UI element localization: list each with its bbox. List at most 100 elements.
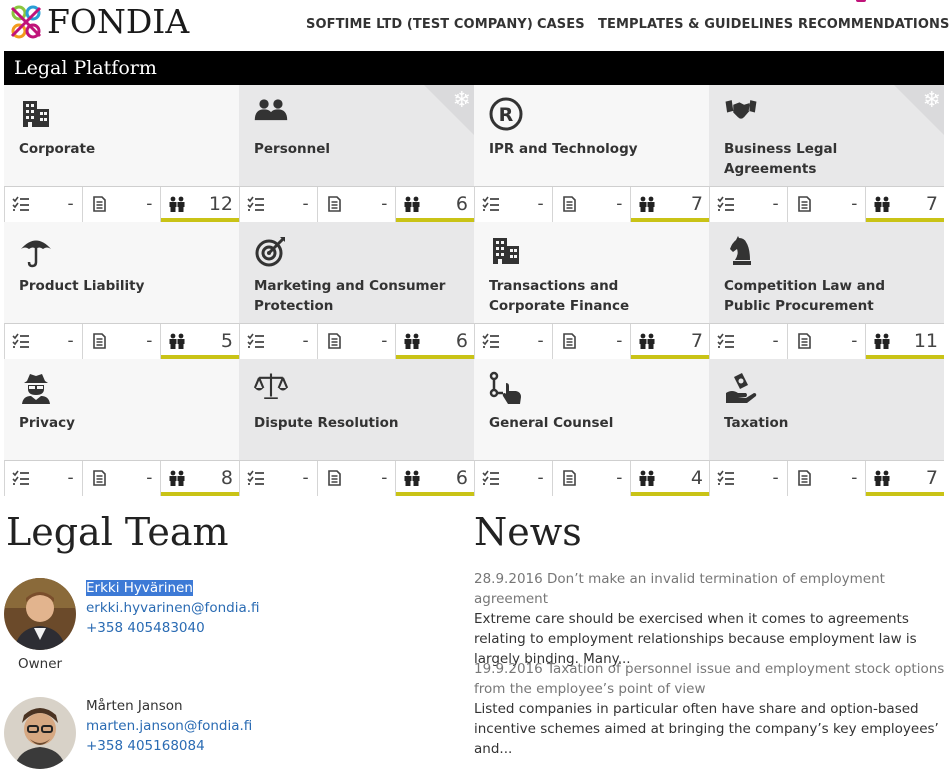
documents-stat[interactable]: - — [83, 187, 162, 222]
people-stat[interactable]: 4 — [631, 461, 710, 496]
news-title: News — [474, 510, 582, 554]
tile-header[interactable]: Product Liability — [4, 222, 239, 323]
tasks-stat[interactable]: - — [240, 187, 318, 222]
tile-stats: - - 7 — [474, 186, 710, 222]
tasks-stat[interactable]: - — [710, 461, 788, 496]
tasks-count: - — [67, 468, 74, 488]
documents-stat[interactable]: - — [788, 187, 867, 222]
checklist-icon — [12, 196, 30, 212]
tasks-count: - — [537, 331, 544, 351]
documents-stat[interactable]: - — [318, 187, 397, 222]
tile-header[interactable]: General Counsel — [474, 359, 709, 460]
nav-templates-guidelines[interactable]: TEMPLATES & GUIDELINES — [598, 17, 793, 32]
checklist-icon — [247, 333, 265, 349]
tasks-stat[interactable]: - — [475, 187, 553, 222]
nav-cases[interactable]: CASES — [537, 17, 585, 32]
news-headline[interactable]: 28.9.2016 Don’t make an invalid terminat… — [474, 569, 948, 609]
legal-platform-banner: Legal Platform — [4, 51, 944, 85]
nav-company[interactable]: SOFTIME LTD (TEST COMPANY) — [306, 17, 533, 32]
practice-area-tile[interactable]: Taxation - - 7 — [709, 359, 945, 496]
practice-area-tile[interactable]: ❄ Business Legal Agreements - -7 — [709, 85, 945, 222]
people-stat[interactable]: 6 — [396, 187, 475, 222]
people-stat[interactable]: 5 — [161, 324, 240, 359]
tile-header[interactable]: ❄ Personnel — [239, 85, 474, 186]
member-email-link[interactable]: erkki.hyvarinen@fondia.fi — [86, 598, 260, 618]
tasks-stat[interactable]: - — [240, 324, 318, 359]
practice-area-tile[interactable]: Transactions and Corporate Finance - - 7 — [474, 222, 710, 359]
checklist-icon — [247, 470, 265, 486]
document-icon — [325, 333, 343, 349]
tasks-stat[interactable]: - — [5, 461, 83, 496]
practice-area-tile[interactable]: Competition Law and Public Procurement - -… — [709, 222, 945, 359]
people-icon — [254, 97, 288, 131]
people-stat[interactable]: 8 — [161, 461, 240, 496]
people-stat[interactable]: 7 — [866, 461, 945, 496]
practice-area-grid: Corporate - - 12 ❄ Personnel - - 6 R IPR and Techn… — [4, 85, 945, 496]
member-phone-link[interactable]: +358 405168084 — [86, 736, 252, 756]
tile-stats: - - 4 — [474, 460, 710, 496]
tile-header[interactable]: ❄ Business Legal Agreements — [709, 85, 944, 186]
documents-stat[interactable]: - — [788, 324, 867, 359]
tasks-stat[interactable]: - — [710, 187, 788, 222]
tasks-stat[interactable]: - — [5, 324, 83, 359]
news-item[interactable]: 19.9.2016 Taxation of personnel issue an… — [474, 659, 948, 759]
tasks-stat[interactable]: - — [240, 461, 318, 496]
tile-header[interactable]: Marketing and Consumer Protection — [239, 222, 474, 323]
practice-area-tile[interactable]: General Counsel - - 4 — [474, 359, 710, 496]
people-stat[interactable]: 12 — [161, 187, 240, 222]
news-headline[interactable]: 19.9.2016 Taxation of personnel issue an… — [474, 659, 948, 699]
member-name[interactable]: Mårten Janson — [86, 696, 252, 716]
practice-area-tile[interactable]: ❄ Personnel - - 6 — [239, 85, 475, 222]
people-icon — [873, 470, 891, 486]
route-hand-icon — [489, 371, 523, 405]
people-count: 7 — [690, 193, 704, 215]
tasks-stat[interactable]: - — [475, 324, 553, 359]
tasks-stat[interactable]: - — [475, 461, 553, 496]
documents-stat[interactable]: - — [553, 461, 632, 496]
tile-title: Dispute Resolution — [254, 415, 399, 431]
tile-header[interactable]: Privacy — [4, 359, 239, 460]
people-stat[interactable]: 7 — [866, 187, 945, 222]
scales-icon — [253, 371, 289, 405]
practice-area-tile[interactable]: Product Liability - - 5 — [4, 222, 240, 359]
people-stat[interactable]: 11 — [866, 324, 945, 359]
member-name[interactable]: Erkki Hyvärinen — [86, 580, 193, 596]
tile-header[interactable]: Dispute Resolution — [239, 359, 474, 460]
documents-stat[interactable]: - — [318, 461, 397, 496]
tile-title: Marketing and Consumer Protection — [254, 278, 446, 314]
practice-area-tile[interactable]: Dispute Resolution - - 6 — [239, 359, 475, 496]
practice-area-tile[interactable]: Corporate - - 12 — [4, 85, 240, 222]
tasks-count: - — [302, 194, 309, 214]
tile-header[interactable]: Transactions and Corporate Finance — [474, 222, 709, 323]
practice-area-tile[interactable]: Marketing and Consumer Protection - - 6 — [239, 222, 475, 359]
people-stat[interactable]: 7 — [631, 187, 710, 222]
tasks-stat[interactable]: - — [710, 324, 788, 359]
tile-header[interactable]: R IPR and Technology — [474, 85, 709, 186]
tile-header[interactable]: Taxation — [709, 359, 944, 460]
practice-area-tile[interactable]: Privacy - - 8 — [4, 359, 240, 496]
tile-header[interactable]: Competition Law and Public Procurement — [709, 222, 944, 323]
target-icon — [254, 234, 288, 268]
tasks-stat[interactable]: - — [5, 187, 83, 222]
people-icon — [168, 196, 186, 212]
document-icon — [795, 333, 813, 349]
practice-area-tile[interactable]: R IPR and Technology - - 7 — [474, 85, 710, 222]
member-phone-link[interactable]: +358 405483040 — [86, 618, 260, 638]
people-stat[interactable]: 6 — [396, 461, 475, 496]
logo[interactable]: FONDIA — [6, 2, 189, 42]
documents-stat[interactable]: - — [83, 324, 162, 359]
tile-header[interactable]: Corporate — [4, 85, 239, 186]
documents-stat[interactable]: - — [553, 324, 632, 359]
member-email-link[interactable]: marten.janson@fondia.fi — [86, 716, 252, 736]
checklist-icon — [717, 333, 735, 349]
documents-stat[interactable]: - — [318, 324, 397, 359]
documents-stat[interactable]: - — [83, 461, 162, 496]
people-stat[interactable]: 7 — [631, 324, 710, 359]
tile-stats: - - 5 — [4, 323, 240, 359]
news-item[interactable]: 28.9.2016 Don’t make an invalid terminat… — [474, 569, 948, 669]
people-stat[interactable]: 6 — [396, 324, 475, 359]
documents-stat[interactable]: - — [553, 187, 632, 222]
nav-recommendations[interactable]: RECOMMENDATIONS — [798, 17, 949, 32]
documents-stat[interactable]: - — [788, 461, 867, 496]
tasks-count: - — [67, 194, 74, 214]
